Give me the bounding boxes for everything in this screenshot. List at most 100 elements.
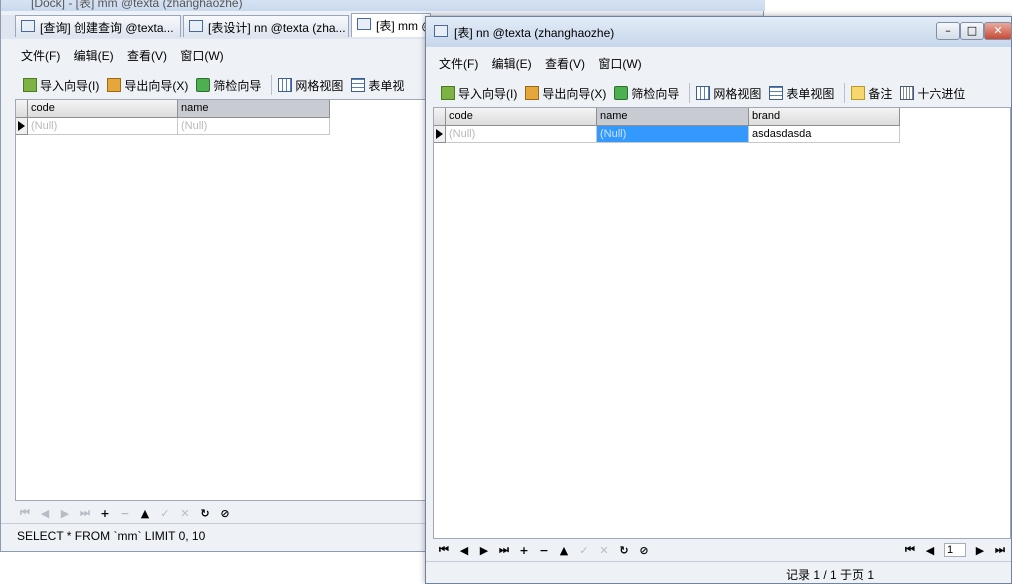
page-number-input[interactable]: [944, 543, 966, 557]
grid-view-button[interactable]: 网格视图: [278, 77, 343, 94]
menu-window[interactable]: 窗口(W): [180, 49, 223, 63]
hex-label: 十六进位: [917, 86, 966, 101]
menu-window[interactable]: 窗口(W): [598, 57, 641, 71]
filter-wizard-button[interactable]: 筛检向导: [196, 77, 261, 94]
next-record-icon[interactable]: ▶: [474, 544, 494, 557]
delete-record-icon[interactable]: −: [534, 544, 554, 557]
filter-label: 筛检向导: [213, 78, 262, 93]
menu-edit[interactable]: 编辑(E): [74, 49, 114, 63]
page-last-icon[interactable]: ⏭: [990, 543, 1010, 557]
first-record-icon[interactable]: ⏮: [15, 506, 35, 520]
import-wizard-button[interactable]: 导入向导(I): [441, 85, 517, 102]
refresh-icon[interactable]: ↻: [614, 544, 634, 557]
back-data-grid[interactable]: code name (Null) (Null): [15, 99, 427, 501]
toolbar-separator: [271, 75, 273, 95]
tab-table-mm[interactable]: [表] mm @: [351, 13, 431, 37]
grid-view-button[interactable]: 网格视图: [696, 85, 761, 102]
delete-record-icon[interactable]: −: [115, 507, 135, 520]
cancel-icon[interactable]: ✕: [175, 507, 195, 520]
grid-label: 网格视图: [295, 78, 344, 93]
toolbar-separator: [689, 83, 691, 103]
refresh-icon[interactable]: ↻: [195, 507, 215, 520]
filter-wizard-button[interactable]: 筛检向导: [614, 85, 679, 102]
next-record-icon[interactable]: ▶: [55, 507, 75, 520]
apply-icon[interactable]: ✓: [574, 544, 594, 557]
move-up-icon[interactable]: ▲: [554, 544, 574, 557]
grid-icon: [696, 86, 711, 100]
cell-code[interactable]: (Null): [446, 126, 597, 143]
menu-edit[interactable]: 编辑(E): [492, 57, 532, 71]
column-header-name[interactable]: name: [178, 100, 330, 118]
sql-status-text: SELECT * FROM `mm` LIMIT 0, 10: [17, 529, 206, 543]
filter-label: 筛检向导: [631, 86, 680, 101]
import-label: 导入向导(I): [40, 78, 100, 93]
tab-query[interactable]: [查询] 创建查询 @texta...: [15, 15, 181, 37]
tab-table-mm-label: [表] mm @: [376, 19, 431, 33]
row-indicator[interactable]: [16, 118, 28, 135]
front-window-titlebar[interactable]: [表] nn @texta (zhanghaozhe) – □ ✕: [426, 17, 1012, 47]
import-icon: [441, 86, 455, 100]
minimize-button[interactable]: –: [936, 22, 960, 40]
form-label: 表单视: [368, 78, 405, 93]
design-icon: [189, 20, 203, 32]
front-window-title: [表] nn @texta (zhanghaozhe): [454, 26, 615, 40]
column-header-code[interactable]: code: [446, 108, 597, 126]
toolbar-separator: [844, 83, 846, 103]
add-record-icon[interactable]: +: [514, 544, 534, 557]
filter-icon: [614, 86, 629, 100]
row-indicator[interactable]: [434, 126, 446, 143]
menu-view[interactable]: 查看(V): [127, 49, 167, 63]
back-window-title: [Dock] - [表] mm @texta (zhanghaozhe): [31, 0, 243, 10]
tab-table-design[interactable]: [表设计] nn @texta (zha...: [183, 15, 349, 37]
column-header-name[interactable]: name: [597, 108, 749, 126]
page-first-icon[interactable]: ⏮: [900, 543, 920, 557]
add-record-icon[interactable]: +: [95, 507, 115, 520]
apply-icon[interactable]: ✓: [155, 507, 175, 520]
last-record-icon[interactable]: ⏭: [75, 506, 95, 520]
export-wizard-button[interactable]: 导出向导(X): [525, 85, 606, 102]
import-icon: [23, 78, 37, 92]
maximize-button[interactable]: □: [960, 22, 984, 40]
export-wizard-button[interactable]: 导出向导(X): [107, 77, 188, 94]
front-toolbar: 导入向导(I) 导出向导(X) 筛检向导 网格视图 表单视图 备注 十六进位: [441, 83, 973, 103]
form-icon: [769, 86, 784, 100]
stop-icon[interactable]: ⊘: [634, 544, 654, 557]
prev-record-icon[interactable]: ◀: [35, 507, 55, 520]
cell-code[interactable]: (Null): [28, 118, 178, 135]
cell-name[interactable]: (Null): [178, 118, 330, 135]
prev-record-icon[interactable]: ◀: [454, 544, 474, 557]
page-prev-icon[interactable]: ◀: [920, 544, 940, 557]
export-label: 导出向导(X): [124, 78, 189, 93]
hex-icon: [900, 86, 915, 100]
front-data-grid[interactable]: code name brand (Null) (Null) asdasdasda: [433, 107, 1011, 539]
column-header-code[interactable]: code: [28, 100, 178, 118]
memo-label: 备注: [868, 86, 893, 101]
back-toolbar: 导入向导(I) 导出向导(X) 筛检向导 网格视图 表单视: [23, 75, 412, 95]
last-record-icon[interactable]: ⏭: [494, 543, 514, 557]
memo-button[interactable]: 备注: [851, 85, 892, 102]
form-view-button[interactable]: 表单视: [351, 77, 404, 94]
move-up-icon[interactable]: ▲: [135, 507, 155, 520]
form-label: 表单视图: [786, 86, 835, 101]
current-row-arrow-icon: [436, 129, 443, 139]
column-header-brand[interactable]: brand: [749, 108, 900, 126]
back-menubar: 文件(F) 编辑(E) 查看(V) 窗口(W): [21, 47, 234, 64]
form-view-button[interactable]: 表单视图: [769, 85, 834, 102]
import-wizard-button[interactable]: 导入向导(I): [23, 77, 99, 94]
menu-view[interactable]: 查看(V): [545, 57, 585, 71]
front-menubar: 文件(F) 编辑(E) 查看(V) 窗口(W): [439, 55, 652, 72]
menu-file[interactable]: 文件(F): [439, 57, 478, 71]
menu-file[interactable]: 文件(F): [21, 49, 60, 63]
import-label: 导入向导(I): [458, 86, 518, 101]
front-statusbar: 记录 1 / 1 于页 1: [426, 561, 1011, 583]
close-button[interactable]: ✕: [984, 22, 1012, 40]
table-window-icon: [434, 25, 448, 37]
cancel-icon[interactable]: ✕: [594, 544, 614, 557]
tab-query-label: [查询] 创建查询 @texta...: [40, 21, 174, 35]
cell-brand[interactable]: asdasdasda: [749, 126, 900, 143]
hex-button[interactable]: 十六进位: [900, 85, 965, 102]
stop-icon[interactable]: ⊘: [215, 507, 235, 520]
first-record-icon[interactable]: ⏮: [434, 543, 454, 557]
page-next-icon[interactable]: ▶: [970, 544, 990, 557]
cell-name-selected[interactable]: (Null): [597, 126, 749, 143]
